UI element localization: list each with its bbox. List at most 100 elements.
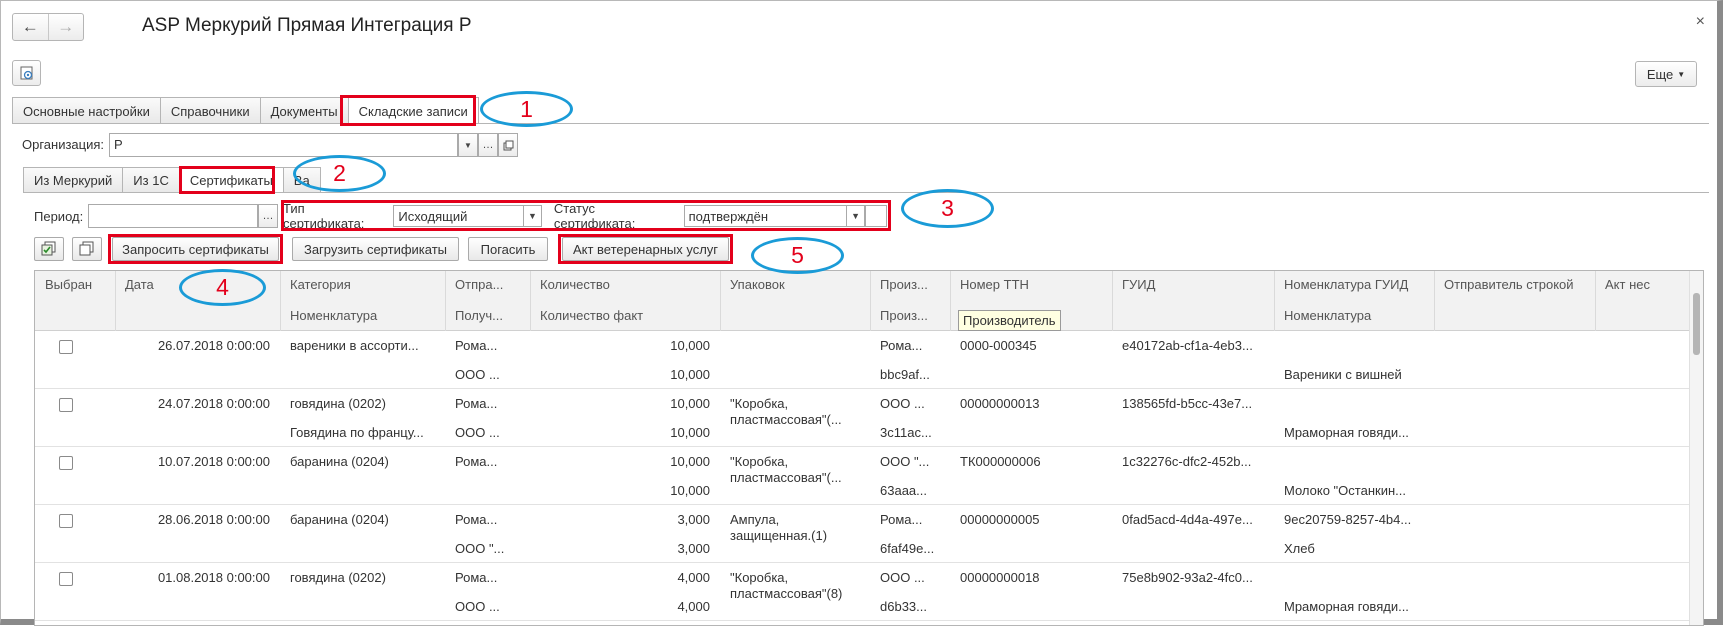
period-field[interactable] — [88, 204, 258, 228]
col-act[interactable]: Акт нес — [1595, 277, 1691, 292]
cell-date: 24.07.2018 0:00:00 — [157, 396, 270, 411]
cell-sender: Рома... — [455, 338, 498, 353]
organization-open-button[interactable] — [498, 133, 518, 157]
redeem-button[interactable]: Погасить — [468, 237, 548, 261]
cell-guid: 138565fd-b5cc-43e7... — [1122, 396, 1253, 411]
cert-type-select[interactable]: Исходящий ▼ — [393, 205, 542, 227]
row-checkbox[interactable] — [59, 398, 73, 412]
cert-status-select[interactable]: подтверждён ▼ — [683, 205, 866, 227]
cert-status-value: подтверждён — [688, 208, 769, 224]
vertical-scrollbar[interactable] — [1689, 271, 1703, 625]
col-ttn-number[interactable]: Номер ТТН — [950, 277, 1112, 292]
col-producer[interactable]: Произ... — [870, 277, 950, 292]
cell-date: 10.07.2018 0:00:00 — [157, 454, 270, 469]
cell-ttn: ТК000000006 — [960, 454, 1041, 469]
cell-pack2: пластмассовая"(... — [730, 411, 842, 427]
col-nomenclature-2[interactable]: Номенклатура — [1274, 308, 1434, 323]
callout-5: 5 — [751, 237, 844, 274]
settings-button[interactable] — [12, 60, 41, 86]
tab-references[interactable]: Справочники — [159, 97, 261, 124]
main-tabs: Основные настройки Справочники Документы… — [12, 97, 479, 124]
col-quantity-fact[interactable]: Количество факт — [530, 308, 720, 323]
cell-guid: e40172ab-cf1a-4eb3... — [1122, 338, 1253, 353]
cell-sender: Рома... — [455, 396, 498, 411]
col-sender-string[interactable]: Отправитель строкой — [1434, 277, 1595, 292]
col-divider — [115, 271, 116, 331]
row-separator — [35, 620, 1703, 621]
col-nomenclature[interactable]: Номенклатура — [280, 308, 445, 323]
check-all-icon — [41, 241, 56, 256]
cell-qty: 4,000 — [677, 570, 710, 585]
uncheck-all-button[interactable] — [72, 237, 102, 261]
more-button[interactable]: Еще ▼ — [1635, 61, 1697, 87]
chevron-down-icon: ▼ — [1677, 69, 1686, 79]
sub-tabs: Из Меркурий Из 1С Сертификаты Ва — [23, 167, 321, 193]
row-checkbox[interactable] — [59, 572, 73, 586]
scrollbar-thumb[interactable] — [1693, 293, 1700, 355]
col-guid[interactable]: ГУИД — [1112, 277, 1274, 292]
tab-certificates[interactable]: Сертификаты — [178, 167, 284, 193]
col-sender[interactable]: Отпра... — [445, 277, 530, 292]
check-all-button[interactable] — [34, 237, 64, 261]
tab-from-mercury[interactable]: Из Меркурий — [23, 167, 124, 193]
tab-from-1c[interactable]: Из 1С — [122, 167, 180, 193]
cell-pack2: пластмассовая"(8) — [730, 585, 843, 601]
row-separator — [35, 446, 1703, 447]
cell-qty: 10,000 — [670, 396, 710, 411]
more-label: Еще — [1646, 66, 1674, 82]
organization-dropdown-button[interactable]: ▼ — [458, 133, 478, 157]
cell-category: говядина (0202) — [290, 570, 386, 585]
col-divider — [720, 271, 721, 331]
cell-recv: ООО ... — [455, 599, 500, 614]
row-checkbox[interactable] — [59, 340, 73, 354]
tab-divider — [12, 123, 1709, 124]
cell-pack2: пластмассовая"(... — [730, 469, 842, 485]
row-separator — [35, 388, 1703, 389]
load-certificates-button[interactable]: Загрузить сертификаты — [292, 237, 459, 261]
row-checkbox[interactable] — [59, 456, 73, 470]
col-producer-2[interactable]: Произ... — [870, 308, 950, 323]
cell-nomen: Говядина по францу... — [290, 425, 424, 440]
row-checkbox[interactable] — [59, 514, 73, 528]
cell-qty-fact: 4,000 — [677, 599, 710, 614]
chevron-down-icon: ▼ — [522, 206, 541, 226]
organization-select-button[interactable]: … — [478, 133, 498, 157]
request-certificates-button[interactable]: Запросить сертификаты — [112, 237, 279, 261]
close-icon[interactable]: × — [1696, 13, 1705, 31]
cell-category: баранина (0204) — [290, 512, 389, 527]
vet-services-act-button[interactable]: Акт ветеренарных услуг — [562, 237, 729, 261]
back-arrow-icon[interactable]: ← — [13, 14, 48, 40]
cell-prod: ООО ... — [880, 570, 925, 585]
cell-ttn: 0000-000345 — [960, 338, 1037, 353]
cell-date: 01.08.2018 0:00:00 — [157, 570, 270, 585]
col-category[interactable]: Категория — [280, 277, 445, 292]
cell-pack: "Коробка, — [730, 454, 789, 469]
col-packages[interactable]: Упаковок — [720, 277, 870, 292]
col-receiver[interactable]: Получ... — [445, 308, 530, 323]
cell-prod2: d6b33... — [880, 599, 927, 614]
col-quantity[interactable]: Количество — [530, 277, 720, 292]
cell-guid: 75e8b902-93a2-4fc0... — [1122, 570, 1253, 585]
cell-qty-fact: 3,000 — [677, 541, 710, 556]
cell-prod: Рома... — [880, 338, 923, 353]
tab-documents[interactable]: Документы — [259, 97, 349, 124]
organization-field[interactable]: Р — [109, 133, 458, 157]
cell-ttn: 00000000018 — [960, 570, 1040, 585]
nav-group: ← → — [12, 13, 84, 41]
forward-arrow-icon[interactable]: → — [47, 14, 84, 40]
col-selected[interactable]: Выбран — [35, 277, 115, 292]
uncheck-all-icon — [79, 241, 94, 256]
col-divider — [1274, 271, 1275, 331]
row-separator — [35, 562, 1703, 563]
cert-status-clear[interactable] — [865, 205, 887, 227]
cell-prod2: bbc9af... — [880, 367, 930, 382]
period-label: Период: — [34, 209, 84, 224]
callout-2: 2 — [293, 155, 386, 192]
col-divider — [280, 271, 281, 331]
tab-warehouse-records[interactable]: Складские записи — [347, 97, 479, 124]
period-select-button[interactable]: … — [258, 204, 278, 228]
col-divider — [530, 271, 531, 331]
col-nomenclature-guid[interactable]: Номенклатура ГУИД — [1274, 277, 1434, 292]
tab-main-settings[interactable]: Основные настройки — [12, 97, 161, 124]
cell-nomen2: Вареники с вишней — [1284, 367, 1402, 382]
